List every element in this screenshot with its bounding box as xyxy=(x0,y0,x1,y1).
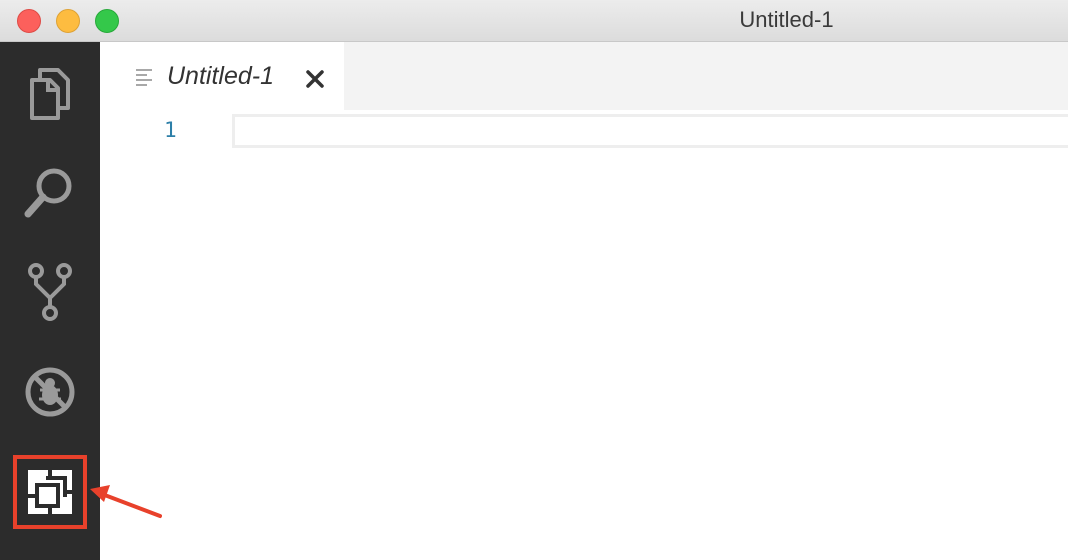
current-line-highlight[interactable] xyxy=(232,114,1068,148)
activity-search[interactable] xyxy=(18,160,82,224)
tab-close-button[interactable] xyxy=(304,68,326,90)
close-icon xyxy=(306,70,324,88)
git-branch-icon xyxy=(28,263,72,321)
activity-source-control[interactable] xyxy=(18,260,82,324)
activity-explorer[interactable] xyxy=(18,62,82,126)
file-lines-icon xyxy=(136,69,152,86)
files-icon xyxy=(30,68,70,120)
activity-extensions[interactable] xyxy=(13,455,87,529)
title-bar: Untitled-1 xyxy=(0,0,1068,42)
annotation-arrow-icon xyxy=(90,485,162,518)
search-icon xyxy=(24,168,72,218)
window-title: Untitled-1 xyxy=(739,7,834,32)
editor-area[interactable]: 1 xyxy=(100,110,1068,560)
tab-untitled-1[interactable]: Untitled-1 xyxy=(100,42,344,110)
debug-icon xyxy=(25,367,75,417)
tab-strip: Untitled-1 xyxy=(100,42,1068,110)
extensions-icon xyxy=(28,470,72,514)
activity-bar xyxy=(0,42,100,560)
activity-debug[interactable] xyxy=(18,360,82,424)
tab-label: Untitled-1 xyxy=(167,62,274,90)
line-number: 1 xyxy=(164,118,177,142)
